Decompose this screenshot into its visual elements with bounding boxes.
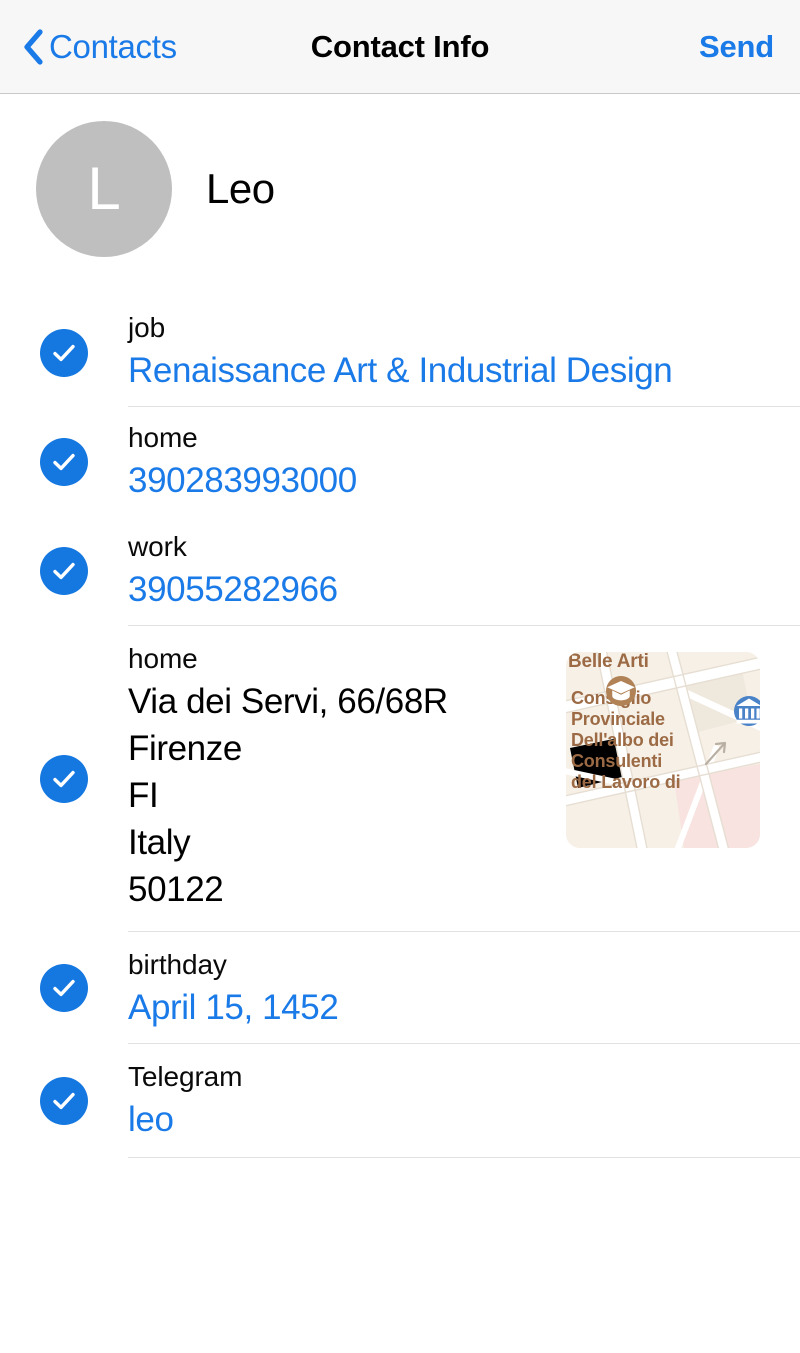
address-line: FI <box>128 772 448 819</box>
field-row-work-phone[interactable]: work 39055282966 <box>0 516 800 625</box>
museum-icon <box>734 696 760 726</box>
field-row-telegram[interactable]: Telegram leo <box>0 1044 800 1157</box>
field-text: birthday April 15, 1452 <box>128 946 338 1031</box>
field-text: job Renaissance Art & Industrial Design <box>128 309 672 394</box>
contact-header: L Leo <box>0 94 800 257</box>
field-value[interactable]: April 15, 1452 <box>128 984 338 1031</box>
address-line: Firenze <box>128 725 448 772</box>
graduation-cap-icon <box>606 676 636 706</box>
field-row-birthday[interactable]: birthday April 15, 1452 <box>0 932 800 1043</box>
field-label: home <box>128 640 448 678</box>
check-circle-icon[interactable] <box>40 755 88 803</box>
field-row-home-address[interactable]: home Via dei Servi, 66/68R Firenze FI It… <box>0 626 800 931</box>
check-cell <box>0 755 128 803</box>
contact-fields-list: job Renaissance Art & Industrial Design … <box>0 299 800 1158</box>
field-row-job[interactable]: job Renaissance Art & Industrial Design <box>0 299 800 406</box>
avatar-initial: L <box>87 159 120 219</box>
address-line: Via dei Servi, 66/68R <box>128 678 448 725</box>
field-label: job <box>128 309 672 347</box>
check-circle-icon[interactable] <box>40 547 88 595</box>
check-circle-icon[interactable] <box>40 964 88 1012</box>
field-text: home Via dei Servi, 66/68R Firenze FI It… <box>128 640 448 913</box>
check-cell <box>0 1077 128 1125</box>
check-circle-icon[interactable] <box>40 329 88 377</box>
field-body: home Via dei Servi, 66/68R Firenze FI It… <box>128 626 800 931</box>
separator <box>128 1157 800 1158</box>
check-cell <box>0 329 128 377</box>
check-cell <box>0 438 128 486</box>
page-title: Contact Info <box>0 29 800 65</box>
field-value[interactable]: leo <box>128 1096 242 1143</box>
field-value[interactable]: 390283993000 <box>128 457 357 504</box>
field-text: home 390283993000 <box>128 419 357 504</box>
send-button[interactable]: Send <box>699 29 774 65</box>
check-cell <box>0 547 128 595</box>
field-body: birthday April 15, 1452 <box>128 932 800 1043</box>
field-value[interactable]: 39055282966 <box>128 566 338 613</box>
map-graphic <box>566 652 760 848</box>
avatar[interactable]: L <box>36 121 172 257</box>
contact-info-screen: Contacts Contact Info Send L Leo job <box>0 0 800 1353</box>
field-body: Telegram leo <box>128 1044 800 1157</box>
field-body: work 39055282966 <box>128 516 800 625</box>
field-label: birthday <box>128 946 338 984</box>
check-circle-icon[interactable] <box>40 1077 88 1125</box>
address-line: 50122 <box>128 866 448 913</box>
field-label: work <box>128 528 338 566</box>
field-value[interactable]: Renaissance Art & Industrial Design <box>128 347 672 394</box>
field-label: home <box>128 419 357 457</box>
navigation-bar: Contacts Contact Info Send <box>0 0 800 94</box>
field-text: work 39055282966 <box>128 528 338 613</box>
contact-name: Leo <box>206 165 275 213</box>
field-row-home-phone[interactable]: home 390283993000 <box>0 407 800 516</box>
field-body: job Renaissance Art & Industrial Design <box>128 299 800 406</box>
field-label: Telegram <box>128 1058 242 1096</box>
check-circle-icon[interactable] <box>40 438 88 486</box>
address-line: Italy <box>128 819 448 866</box>
field-text: Telegram leo <box>128 1058 242 1143</box>
map-thumbnail[interactable]: Belle Arti Consiglio Provinciale Dell'al… <box>566 652 760 848</box>
field-body: home 390283993000 <box>128 407 800 516</box>
check-cell <box>0 964 128 1012</box>
